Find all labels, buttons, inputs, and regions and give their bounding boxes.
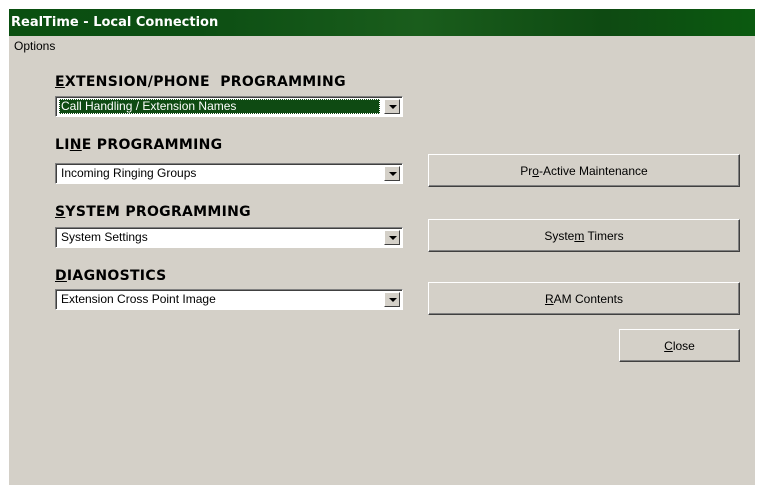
select-value: Extension Cross Point Image xyxy=(61,292,216,306)
select-value: Call Handling / Extension Names xyxy=(59,99,380,114)
label-text: XTENSION/PHONE PROGRAMMING xyxy=(64,74,346,90)
chevron-down-icon[interactable] xyxy=(384,230,400,245)
system-timers-button[interactable]: Syste m Timers xyxy=(428,219,740,252)
button-mnemonic: o xyxy=(532,163,539,178)
button-mnemonic: R xyxy=(544,291,554,306)
label-text: E PROGRAMMING xyxy=(81,137,223,153)
button-label: lose xyxy=(672,338,695,353)
extension-phone-programming-label: EXTENSION/PHONE PROGRAMMING xyxy=(55,74,346,90)
title-bar[interactable]: RealTime - Local Connection xyxy=(9,9,755,36)
line-programming-label: LINE PROGRAMMING xyxy=(55,137,222,153)
label-text: LI xyxy=(55,137,70,153)
line-programming-select[interactable]: Incoming Ringing Groups xyxy=(55,163,403,184)
label-mnemonic: S xyxy=(55,204,66,220)
label-text: IAGNOSTICS xyxy=(66,268,167,284)
diagnostics-select[interactable]: Extension Cross Point Image xyxy=(55,289,403,310)
button-label: Timers xyxy=(584,228,624,243)
chevron-down-icon[interactable] xyxy=(384,99,400,114)
realtime-window: RealTime - Local Connection Options EXTE… xyxy=(9,9,755,485)
chevron-down-icon[interactable] xyxy=(384,292,400,307)
chevron-down-icon[interactable] xyxy=(384,166,400,181)
button-label: Syste xyxy=(544,228,575,243)
button-label: -Active Maintenance xyxy=(538,163,648,178)
label-mnemonic: N xyxy=(69,137,82,153)
ram-contents-button[interactable]: R AM Contents xyxy=(428,282,740,315)
label-mnemonic: D xyxy=(55,268,67,284)
button-label: Pr xyxy=(520,163,533,178)
button-mnemonic: C xyxy=(664,338,673,353)
select-value: Incoming Ringing Groups xyxy=(61,166,197,180)
menu-options[interactable]: Options xyxy=(14,36,55,56)
label-mnemonic: E xyxy=(55,74,65,90)
system-programming-select[interactable]: System Settings xyxy=(55,227,403,248)
system-programming-label: SYSTEM PROGRAMMING xyxy=(55,204,251,220)
close-button[interactable]: Close xyxy=(619,329,740,362)
label-text: YSTEM PROGRAMMING xyxy=(65,204,251,220)
select-value: System Settings xyxy=(61,230,148,244)
diagnostics-label: DIAGNOSTICS xyxy=(55,268,167,284)
button-mnemonic: m xyxy=(574,228,585,243)
proactive-maintenance-button[interactable]: Pr o -Active Maintenance xyxy=(428,154,740,187)
extension-phone-programming-select[interactable]: Call Handling / Extension Names xyxy=(55,96,403,117)
button-label: AM Contents xyxy=(553,291,624,306)
window-title: RealTime - Local Connection xyxy=(11,15,219,30)
menu-bar: Options xyxy=(9,36,755,56)
